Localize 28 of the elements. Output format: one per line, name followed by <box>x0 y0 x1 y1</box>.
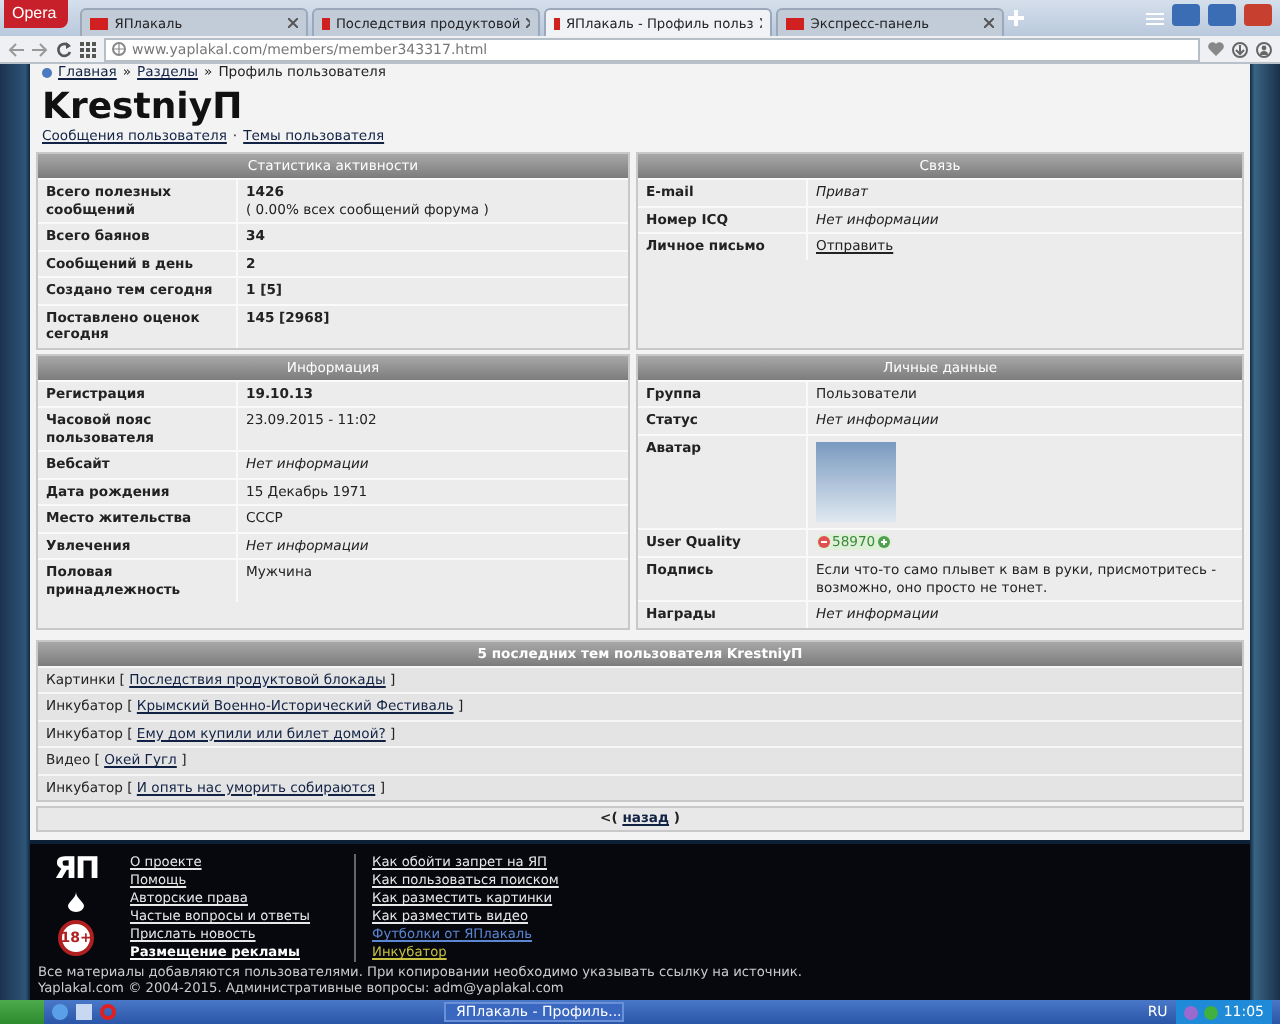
plus-icon[interactable] <box>877 535 890 548</box>
close-button[interactable] <box>1244 4 1272 26</box>
avatar-image <box>816 441 896 521</box>
minimize-button[interactable] <box>1172 4 1200 26</box>
back-icon[interactable] <box>8 41 24 57</box>
site-logo-icon <box>322 17 330 29</box>
globe-icon <box>112 42 126 56</box>
reload-icon[interactable] <box>56 41 72 57</box>
opera-icon[interactable] <box>100 1004 116 1020</box>
drop-icon <box>68 892 84 913</box>
site-logo-icon <box>786 17 805 29</box>
browser-icon[interactable] <box>52 1004 68 1020</box>
site-logo-icon <box>90 17 109 29</box>
username-title: KrestniyП <box>42 86 245 128</box>
grid-icon[interactable] <box>80 41 96 57</box>
minus-icon[interactable] <box>818 535 830 548</box>
account-icon[interactable] <box>1256 41 1272 57</box>
maximize-button[interactable] <box>1208 4 1236 26</box>
new-tab-icon[interactable] <box>1008 10 1025 26</box>
heart-icon[interactable] <box>1208 42 1224 56</box>
site-logo: ЯП <box>53 854 99 885</box>
site-logo-icon <box>554 17 560 29</box>
menu-icon[interactable] <box>1146 11 1164 25</box>
info-icon <box>42 68 52 78</box>
opera-menu-button[interactable]: Opera <box>4 0 69 28</box>
start-button[interactable] <box>0 1000 44 1024</box>
download-icon[interactable] <box>1232 41 1248 57</box>
forward-icon[interactable] <box>32 41 48 57</box>
